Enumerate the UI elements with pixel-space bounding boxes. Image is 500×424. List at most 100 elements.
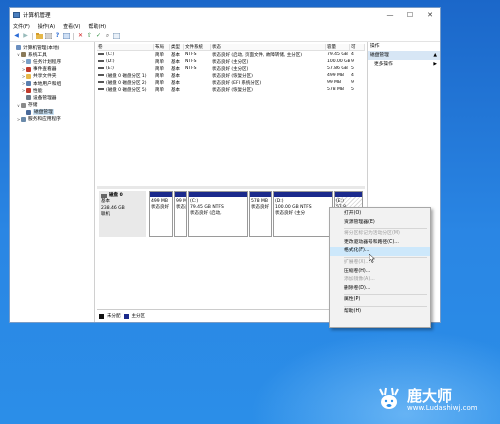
menu-separator bbox=[344, 228, 427, 230]
tree-item[interactable]: 磁盘管理 bbox=[10, 109, 94, 116]
volume-row[interactable]: (C:) 简单 基本 NTFS 状态良好 (启动, 页面文件, 故障转储, 主分区) 79… bbox=[97, 51, 365, 58]
volume-cell: 简单 bbox=[155, 59, 164, 65]
volume-name: (磁盘 0 磁盘分区 1) bbox=[106, 73, 147, 79]
volume-cell: 状态良好 (主分区) bbox=[212, 66, 249, 72]
context-menu-item[interactable]: 删除卷(D)... bbox=[330, 285, 430, 294]
tree-item-label: 本地用户和组 bbox=[33, 81, 62, 87]
volume-cell: 100.00 GB bbox=[327, 59, 350, 64]
context-menu-item[interactable]: 压缩卷(H)... bbox=[330, 268, 430, 277]
minimize-button[interactable]: — bbox=[380, 8, 400, 22]
disk-0-label[interactable]: 磁盘 0 基本 238.46 GB 联机 bbox=[99, 191, 146, 237]
volume-row[interactable]: (磁盘 0 磁盘分区 2) 简单 基本 状态良好 (EFI 系统分区) 99 MB 9 bbox=[97, 79, 365, 86]
app-icon bbox=[13, 12, 20, 18]
column-volume[interactable]: 卷 bbox=[97, 43, 154, 51]
volume-cell: 9 bbox=[351, 80, 354, 85]
menu-help[interactable]: 帮助(H) bbox=[88, 23, 106, 30]
volume-row[interactable]: (磁盘 0 磁盘分区 5) 简单 基本 状态良好 (恢复分区) 578 MB 5 bbox=[97, 86, 365, 93]
partition-details: (D:) 100.00 GB NTFS 状态良好 (主分 bbox=[274, 197, 332, 219]
properties-icon[interactable] bbox=[63, 33, 70, 40]
volume-cell: (E:) bbox=[97, 66, 154, 71]
volume-cell: 基本 bbox=[171, 73, 180, 79]
tree-item[interactable]: > 共享文件夹 bbox=[10, 73, 94, 80]
column-type[interactable]: 类型 bbox=[170, 43, 184, 51]
tree-item[interactable]: > 本地用户和组 bbox=[10, 80, 94, 87]
volume-cell: 简单 bbox=[155, 52, 164, 58]
actions-disk-management[interactable]: 磁盘管理 ▲ bbox=[368, 51, 440, 60]
volume-cell: 基本 bbox=[171, 52, 180, 58]
actions-header: 操作 bbox=[370, 44, 380, 49]
refresh-icon[interactable] bbox=[113, 33, 120, 40]
more-actions[interactable]: 更多操作 ▶ bbox=[368, 60, 440, 69]
volume-cell: 5 bbox=[351, 87, 354, 92]
tree-item-label: 共享文件夹 bbox=[33, 74, 57, 80]
volume-row[interactable]: (E:) 简单 基本 NTFS 状态良好 (主分区) 57.86 GB 5 bbox=[97, 65, 365, 72]
context-menu-item[interactable]: 格式化(F)... bbox=[330, 247, 430, 256]
partition-block[interactable]: 499 MB 状态良好 bbox=[149, 191, 173, 237]
forward-icon[interactable]: ▶ bbox=[22, 33, 29, 40]
partition-block[interactable]: 578 MB 状态良好 bbox=[249, 191, 272, 237]
device-icon bbox=[26, 95, 31, 101]
menu-action[interactable]: 操作(A) bbox=[38, 23, 55, 30]
tree-item[interactable]: > 任务计划程序 bbox=[10, 58, 94, 65]
volume-row[interactable]: (D:) 简单 基本 NTFS 状态良好 (主分区) 100.00 GB 9 bbox=[97, 58, 365, 65]
disk-status: 联机 bbox=[101, 211, 110, 217]
maximize-button[interactable]: ☐ bbox=[400, 8, 420, 22]
column-filesystem[interactable]: 文件系统 bbox=[184, 43, 211, 51]
context-menu: 打开(O) 资源管理器(E) 将分区标记为活动分区(M) 更改驱动器号和路径(C)..… bbox=[329, 207, 431, 328]
tree-item[interactable]: ∨ 系统工具 bbox=[10, 51, 94, 58]
event-icon bbox=[26, 66, 31, 72]
partition-block[interactable]: 99 M状态良 bbox=[174, 191, 187, 237]
watermark-url: www.Ludashiwj.com bbox=[407, 403, 478, 412]
check-icon[interactable]: ✓ bbox=[95, 33, 102, 40]
partition-block[interactable]: (C:) 79.45 GB NTFS 状态良好 (启动, bbox=[188, 191, 248, 237]
tree-item[interactable]: > 事件查看器 bbox=[10, 66, 94, 73]
folder-icon[interactable] bbox=[36, 33, 43, 40]
help-icon[interactable]: ? bbox=[54, 33, 61, 40]
collapse-arrow-icon[interactable]: ▲ bbox=[433, 51, 437, 60]
context-menu-item: 添加镜像(A)... bbox=[344, 277, 375, 283]
export-icon[interactable]: ⇧ bbox=[86, 33, 93, 40]
volume-name: (磁盘 0 磁盘分区 5) bbox=[106, 87, 147, 93]
volume-row[interactable]: (磁盘 0 磁盘分区 1) 简单 基本 状态良好 (恢复分区) 499 MB 4 bbox=[97, 72, 365, 79]
volume-cell: 状态良好 (主分区) bbox=[212, 59, 249, 65]
volume-icon bbox=[98, 74, 104, 76]
list-icon[interactable] bbox=[45, 33, 52, 40]
title-bar[interactable]: 计算机管理 — ☐ ✕ bbox=[10, 8, 440, 22]
watermark: 鹿大师 www.Ludashiwj.com bbox=[374, 380, 498, 420]
submenu-arrow-icon: ▶ bbox=[433, 62, 437, 67]
context-menu-item[interactable]: 打开(O) bbox=[330, 210, 430, 219]
volume-name: (E:) bbox=[106, 66, 114, 71]
folder-icon bbox=[26, 73, 31, 79]
tree-item[interactable]: > 性能 bbox=[10, 87, 94, 94]
partition-block[interactable]: (D:) 100.00 GB NTFS 状态良好 (主分 bbox=[273, 191, 333, 237]
volume-cell: (C:) bbox=[97, 52, 154, 57]
tree-item-label: 性能 bbox=[33, 88, 43, 94]
search-icon[interactable]: ⌕ bbox=[104, 33, 111, 40]
volume-table: 卷 布局 类型 文件系统 状态 容量 可 (C:) 简单 基本 NTFS 状态良好 (启… bbox=[97, 43, 365, 186]
volume-cell: 9 bbox=[351, 59, 354, 64]
window-title: 计算机管理 bbox=[23, 13, 51, 19]
tree-item[interactable]: ∨ 存储 bbox=[10, 102, 94, 109]
context-menu-item[interactable]: 资源管理器(E) bbox=[330, 219, 430, 228]
column-layout[interactable]: 布局 bbox=[154, 43, 170, 51]
volume-cell: NTFS bbox=[185, 66, 197, 71]
back-icon[interactable]: ◀ bbox=[13, 33, 20, 40]
volume-cell: 状态良好 (恢复分区) bbox=[212, 73, 253, 79]
watermark-title: 鹿大师 bbox=[407, 386, 453, 405]
tree-item[interactable]: 设备管理器 bbox=[10, 94, 94, 101]
context-menu-item[interactable]: 帮助(H) bbox=[330, 308, 430, 317]
tree-item[interactable]: 计算机管理(本地) bbox=[10, 44, 94, 51]
context-menu-item[interactable]: 更改驱动器号和路径(C)... bbox=[330, 239, 430, 248]
column-capacity[interactable]: 容量 bbox=[326, 43, 350, 51]
menu-view[interactable]: 查看(V) bbox=[63, 23, 80, 30]
column-status[interactable]: 状态 bbox=[211, 43, 326, 51]
tree-item[interactable]: > 服务和应用程序 bbox=[10, 116, 94, 123]
delete-icon[interactable]: ✕ bbox=[77, 33, 84, 40]
menu-file[interactable]: 文件(F) bbox=[13, 23, 30, 30]
column-free[interactable]: 可 bbox=[350, 43, 365, 51]
context-menu-item[interactable]: 属性(P) bbox=[330, 296, 430, 305]
close-button[interactable]: ✕ bbox=[420, 8, 440, 22]
partition-status: 状态良好 bbox=[251, 205, 269, 210]
volume-cell: 基本 bbox=[171, 59, 180, 65]
volume-icon bbox=[98, 66, 104, 69]
